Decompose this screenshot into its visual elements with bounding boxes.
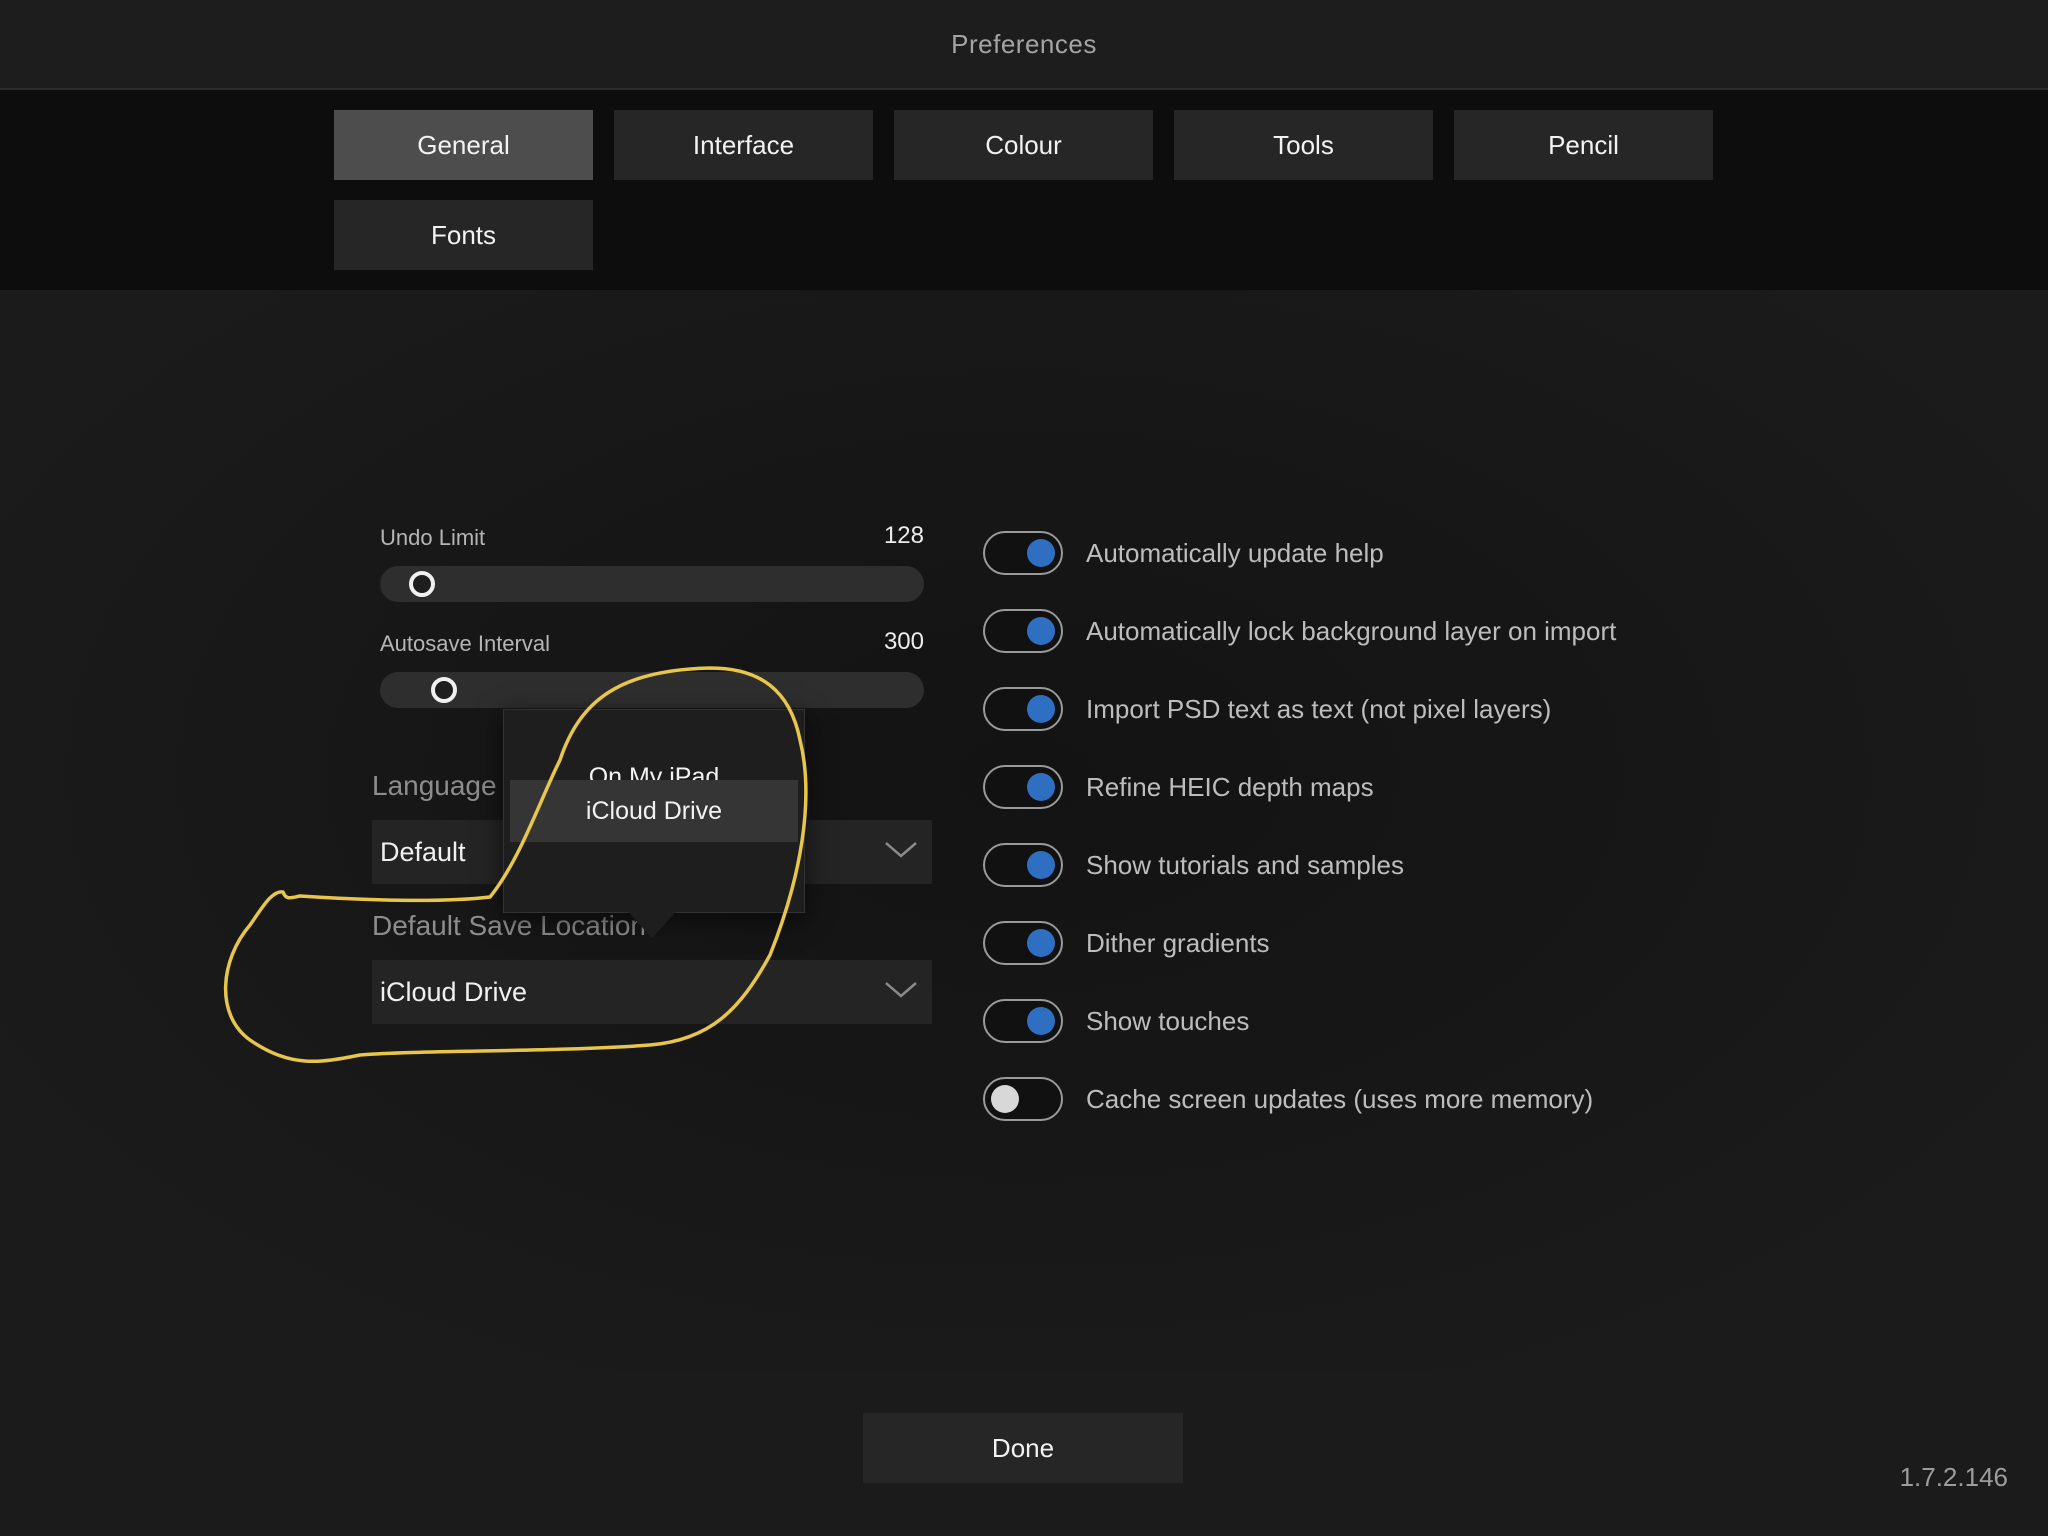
toggle-row-show-touches: Show touches (983, 997, 1249, 1045)
toggle-label: Show touches (1086, 1005, 1250, 1036)
autosave-interval-slider[interactable] (380, 672, 924, 708)
save-location-select[interactable]: iCloud Drive (372, 960, 932, 1024)
save-location-value: iCloud Drive (380, 976, 528, 1007)
toggle-lock-background[interactable] (983, 609, 1063, 653)
tab-bar: General Interface Colour Tools Pencil Fo… (0, 90, 2048, 290)
save-location-popover: On My iPad iCloud Drive (503, 709, 805, 913)
version-label: 1.7.2.146 (1899, 1462, 2008, 1492)
toggle-knob (1027, 1007, 1055, 1035)
toggle-row-cache-screen: Cache screen updates (uses more memory) (983, 1075, 1593, 1123)
tab-colour[interactable]: Colour (894, 110, 1153, 180)
undo-limit-value: 128 (883, 522, 924, 549)
tab-general[interactable]: General (334, 110, 593, 180)
tab-tools[interactable]: Tools (1174, 110, 1433, 180)
tab-pencil[interactable]: Pencil (1454, 110, 1713, 180)
undo-limit-slider-thumb[interactable] (409, 571, 435, 597)
title-bar: Preferences (0, 0, 2048, 90)
toggle-knob (1027, 617, 1055, 645)
toggle-psd-text[interactable] (983, 687, 1063, 731)
toggle-knob (1027, 539, 1055, 567)
autosave-interval-slider-thumb[interactable] (431, 677, 457, 703)
toggle-row-dither: Dither gradients (983, 919, 1270, 967)
toggle-row-tutorials: Show tutorials and samples (983, 841, 1404, 889)
option-icloud-drive[interactable]: iCloud Drive (510, 780, 798, 842)
chevron-down-icon (885, 982, 917, 998)
toggle-heic-depth[interactable] (983, 765, 1063, 809)
popover-arrow (628, 912, 676, 938)
window-title: Preferences (951, 28, 1097, 59)
toggle-cache-screen[interactable] (983, 1077, 1063, 1121)
language-value: Default (380, 836, 466, 867)
save-location-label: Default Save Location (372, 910, 646, 941)
toggle-show-touches[interactable] (983, 999, 1063, 1043)
toggle-label: Automatically update help (1086, 537, 1384, 568)
preferences-screen: Preferences General Interface Colour Too… (0, 0, 2048, 1536)
toggle-label: Dither gradients (1086, 927, 1270, 958)
tab-fonts[interactable]: Fonts (334, 200, 593, 270)
toggle-row-psd-text: Import PSD text as text (not pixel layer… (983, 685, 1551, 733)
language-label: Language (372, 770, 497, 801)
toggle-row-lock-background: Automatically lock background layer on i… (983, 607, 1616, 655)
done-button[interactable]: Done (863, 1413, 1183, 1483)
toggle-update-help[interactable] (983, 531, 1063, 575)
tab-interface[interactable]: Interface (614, 110, 873, 180)
toggle-label: Refine HEIC depth maps (1086, 771, 1374, 802)
toggle-label: Automatically lock background layer on i… (1086, 615, 1617, 646)
toggle-knob (1027, 773, 1055, 801)
toggle-label: Import PSD text as text (not pixel layer… (1086, 693, 1552, 724)
undo-limit-slider[interactable] (380, 566, 924, 602)
toggle-row-heic-depth: Refine HEIC depth maps (983, 763, 1374, 811)
toggle-row-update-help: Automatically update help (983, 529, 1384, 577)
undo-limit-label: Undo Limit (380, 525, 486, 550)
chevron-down-icon (885, 842, 917, 858)
toggle-knob (1027, 929, 1055, 957)
toggle-knob (991, 1085, 1019, 1113)
general-panel (0, 290, 2048, 1370)
toggle-dither[interactable] (983, 921, 1063, 965)
toggle-tutorials[interactable] (983, 843, 1063, 887)
toggle-label: Cache screen updates (uses more memory) (1086, 1083, 1594, 1114)
autosave-interval-label: Autosave Interval (380, 631, 550, 656)
toggle-label: Show tutorials and samples (1086, 849, 1404, 880)
toggle-knob (1027, 695, 1055, 723)
autosave-interval-value: 300 (883, 628, 924, 655)
toggle-knob (1027, 851, 1055, 879)
